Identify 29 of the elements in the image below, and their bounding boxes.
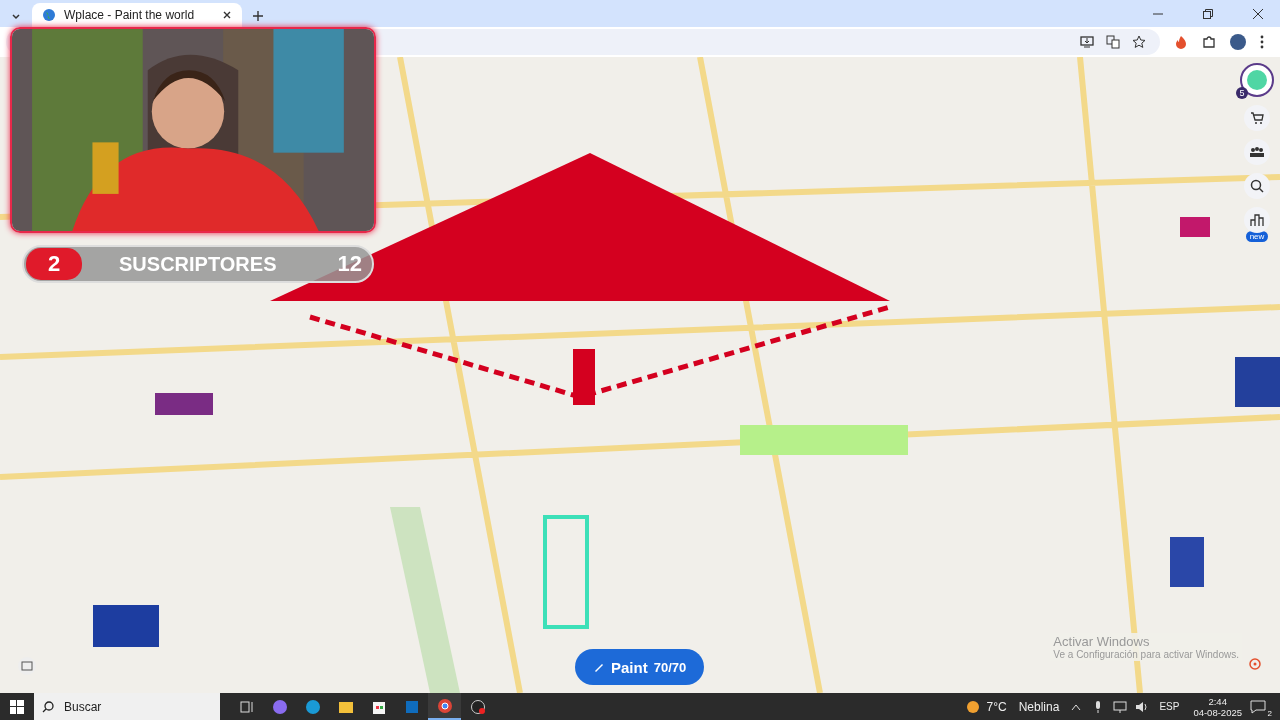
star-icon[interactable] <box>1132 35 1146 49</box>
activation-text: Ve a Configuración para activar Windows. <box>1053 649 1239 660</box>
temperature: 7°C <box>986 699 1007 714</box>
clock-date[interactable]: 04-08-2025 <box>1193 706 1242 718</box>
new-badge: new <box>1245 231 1269 242</box>
weather-label: Neblina <box>1018 699 1060 714</box>
flame-icon[interactable] <box>1174 35 1188 49</box>
paint-button[interactable]: Paint 70/70 <box>575 649 705 685</box>
avatar-icon <box>1245 68 1269 92</box>
clock-time[interactable]: 2:44 <box>1208 695 1227 707</box>
translate-icon[interactable] <box>1106 35 1120 49</box>
menu-icon[interactable] <box>1260 35 1264 49</box>
subscriber-label: SUSCRIPTORES <box>118 252 278 276</box>
notification-count: 2 <box>1265 708 1274 718</box>
subscriber-count: 2 <box>26 248 82 280</box>
profile-avatar[interactable] <box>1230 34 1246 50</box>
globe-icon <box>42 8 56 22</box>
extensions-icon[interactable] <box>1202 35 1216 49</box>
chrome-icon[interactable] <box>428 693 461 720</box>
weather-icon <box>964 699 981 714</box>
browser-tab[interactable]: Wplace - Paint the world <box>32 3 242 27</box>
pencil-icon <box>593 661 605 673</box>
language-indicator[interactable]: ESP <box>1159 701 1180 712</box>
install-icon[interactable] <box>1080 35 1094 49</box>
activation-title: Activar Windows <box>1053 634 1151 649</box>
search-field[interactable]: Buscar <box>34 693 220 720</box>
close-tab-icon[interactable] <box>222 10 232 20</box>
subscriber-goal: 12 <box>337 251 362 277</box>
search-icon <box>42 700 54 713</box>
